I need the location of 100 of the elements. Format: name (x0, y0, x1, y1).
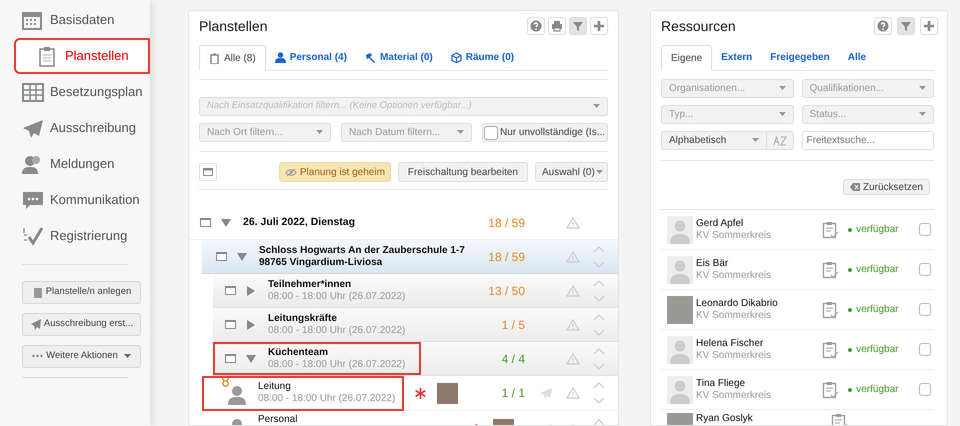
availability-status: verfügbar (856, 303, 898, 317)
tab[interactable]: Alle (838, 44, 876, 70)
position-title: Leitung (258, 381, 292, 393)
organization: KV Sommerkreis (696, 350, 772, 362)
sidebar-label: Planstellen (65, 47, 129, 66)
person-icon (274, 52, 286, 62)
print-button[interactable] (548, 17, 566, 35)
checkbox-icon (200, 218, 211, 227)
sidebar-item[interactable]: Kommunikation (0, 182, 150, 218)
sidebar-item[interactable]: Ausschreibung (0, 110, 150, 146)
tab[interactable]: Material (0) (356, 44, 442, 70)
checkbox[interactable] (919, 223, 931, 236)
up-down-arrows-icon (593, 312, 605, 336)
add-button[interactable] (590, 17, 608, 35)
sidebar-item[interactable]: Basisdaten (0, 2, 150, 38)
tab[interactable]: Freigegeben (761, 44, 839, 70)
reset-button[interactable]: Zurücksetzen (842, 179, 930, 195)
action-button[interactable]: Planstelle/n anlegen (22, 281, 141, 304)
filter-button[interactable] (569, 17, 587, 35)
filter-button[interactable] (897, 17, 915, 35)
asterisk-icon (415, 388, 426, 398)
position-title: Personal (258, 414, 298, 425)
expanded-triangle-icon[interactable] (221, 218, 231, 228)
sidebar-item[interactable]: Registrierung (0, 218, 150, 254)
collapsed-triangle-icon[interactable] (246, 320, 256, 330)
sidebar-label: Basisdaten (50, 11, 114, 30)
tab[interactable]: Eigene (661, 45, 712, 71)
search-field[interactable]: Freitextsuche... (802, 131, 934, 150)
organization: KV Sommerkreis (696, 310, 772, 322)
panel-title: Ressourcen (661, 16, 736, 36)
warning-icon (566, 387, 580, 399)
clipboard-icon (32, 286, 43, 299)
status-dot-icon (848, 268, 852, 272)
organization: KV Sommerkreis (696, 270, 772, 282)
warning-icon (566, 318, 580, 330)
release-button[interactable]: Freischaltung bearbeiten (398, 162, 528, 182)
sidebar-label: Besetzungsplan (50, 83, 143, 102)
help-button[interactable] (527, 17, 545, 35)
person-name: Helena Fischer (696, 338, 764, 350)
organization: KV Sommerkreis (696, 390, 772, 402)
tab[interactable]: Personal (4) (266, 44, 356, 70)
action-button[interactable]: Weitere Aktionen (22, 345, 141, 368)
time-range: 08:00 - 18:00 Uhr (26.07.2022) (258, 393, 396, 405)
help-icon (530, 20, 542, 32)
numbered-check-icon (22, 226, 44, 246)
sidebar-label: Kommunikation (50, 191, 140, 210)
tab[interactable]: Räume (0) (442, 44, 524, 70)
help-button[interactable] (874, 17, 892, 35)
help-icon (877, 20, 889, 32)
cube-icon (450, 52, 462, 62)
count: 13 / 50 (487, 282, 525, 300)
expanded-triangle-icon[interactable] (246, 354, 256, 364)
selection-button[interactable]: Auswahl (0) (535, 162, 608, 182)
caret-icon (778, 86, 786, 91)
checkbox[interactable] (919, 343, 931, 356)
grid-icon (22, 82, 44, 102)
print-icon (551, 20, 563, 32)
checkbox[interactable] (484, 126, 498, 140)
time-range: 08:00 - 18:00 Uhr (26.07.2022) (268, 358, 406, 370)
sidebar-item[interactable]: Meldungen (0, 146, 150, 182)
status-dot-icon (848, 348, 852, 352)
checkbox[interactable] (919, 383, 931, 396)
tab[interactable]: Alle (8) (199, 45, 266, 71)
checkbox[interactable] (919, 263, 931, 276)
hidden-eye-icon (284, 168, 297, 176)
tab[interactable]: Extern (712, 44, 762, 70)
action-button[interactable]: Ausschreibung erst... (22, 313, 141, 336)
add-button[interactable] (920, 17, 938, 35)
checkbox[interactable] (919, 303, 931, 316)
checkbox-icon (203, 168, 213, 176)
status-dot-icon (848, 388, 852, 392)
checkbox-icon (225, 286, 236, 295)
sidebar-item[interactable]: Besetzungsplan (0, 74, 150, 110)
warning-icon (566, 216, 580, 228)
group-heading: Teilnehmer*innen (268, 278, 352, 290)
expanded-triangle-icon[interactable] (237, 252, 247, 262)
person-name: Tina Fliege (696, 378, 746, 390)
sidebar-item[interactable]: Planstellen (14, 38, 150, 74)
person-name: Eis Bär (696, 258, 730, 270)
availability-status: verfügbar (856, 223, 898, 237)
clipboard-check-icon (822, 300, 840, 318)
caret-icon (778, 112, 786, 117)
checkbox-filter[interactable]: Nur unvollständige (Is... (482, 123, 608, 142)
calendar-icon (22, 10, 44, 30)
status-dot-icon (848, 308, 852, 312)
collapsed-triangle-icon[interactable] (246, 286, 256, 296)
time-range: 08:00 - 18:00 Uhr (26.07.2022) (268, 324, 406, 336)
count: 1 / 5 (500, 316, 525, 334)
count: 4 / 4 (500, 350, 525, 368)
up-down-arrows-icon (593, 346, 605, 370)
clipboard-icon (209, 52, 220, 64)
select-all-button[interactable] (199, 163, 217, 181)
availability-status: verfügbar (856, 263, 898, 277)
location-heading: Schloss Hogwarts An der Zauberschule 1-7 98765 Vingardium-Liviosa (259, 244, 466, 268)
warning-icon (566, 250, 580, 262)
warning-icon (566, 284, 580, 296)
sidebar-label: Meldungen (50, 155, 114, 174)
checkbox-icon (225, 320, 236, 329)
person-name: Leonardo Dikabrio (696, 298, 779, 310)
filter-icon (900, 20, 912, 32)
